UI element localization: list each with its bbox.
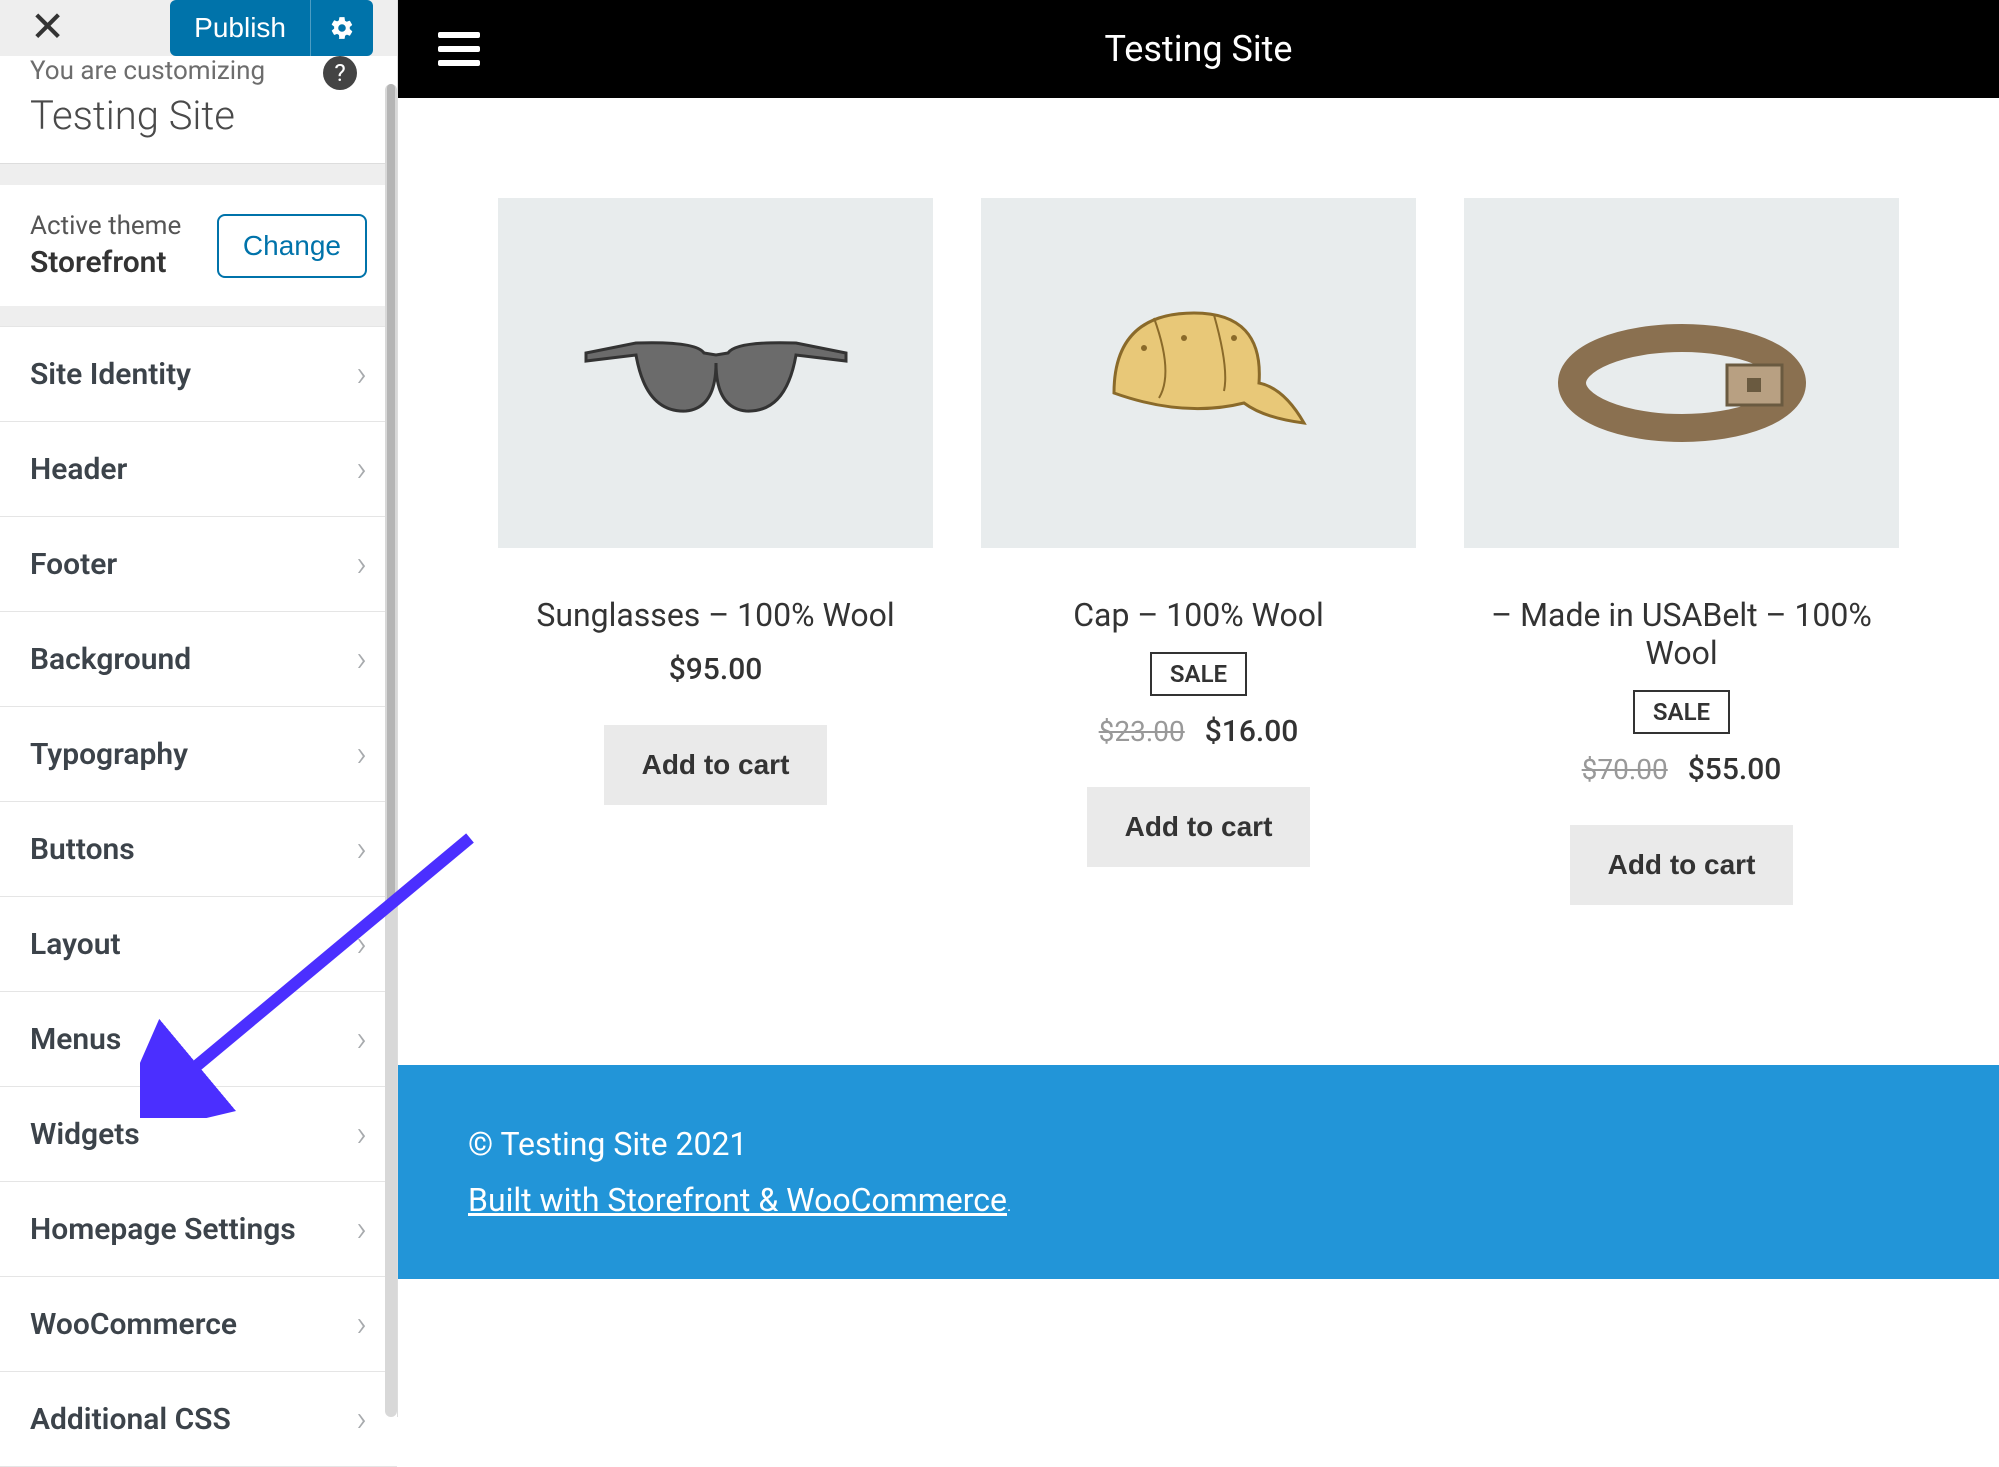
- menu-item-footer[interactable]: Footer ›: [0, 517, 397, 612]
- menu-label: Typography: [30, 737, 188, 772]
- product-price: $55.00: [1688, 752, 1782, 787]
- sale-badge: SALE: [1150, 652, 1247, 696]
- menu-item-woocommerce[interactable]: WooCommerce ›: [0, 1277, 397, 1372]
- menu-item-background[interactable]: Background ›: [0, 612, 397, 707]
- publish-button[interactable]: Publish: [170, 0, 310, 56]
- preview-footer: © Testing Site 2021 Built with Storefron…: [398, 1065, 1999, 1279]
- customizer-menu: Site Identity › Header › Footer › Backgroun…: [0, 326, 397, 1467]
- product-card: Sunglasses – 100% Wool $95.00 Add to car…: [498, 98, 933, 905]
- sidebar-scrollbar[interactable]: [385, 84, 397, 1417]
- product-name[interactable]: Sunglasses – 100% Wool: [536, 596, 894, 634]
- menu-label: Layout: [30, 927, 121, 962]
- product-image[interactable]: [498, 198, 933, 548]
- product-card: Cap – 100% Wool SALE $23.00 $16.00 Add t…: [981, 98, 1416, 905]
- chevron-right-icon: ›: [356, 733, 367, 775]
- chevron-right-icon: ›: [356, 448, 367, 490]
- sale-badge: SALE: [1633, 690, 1730, 734]
- gear-icon: [329, 15, 355, 41]
- footer-credit-line: Built with Storefront & WooCommerce.: [468, 1181, 1929, 1219]
- chevron-right-icon: ›: [356, 828, 367, 870]
- sunglasses-icon: [576, 303, 856, 443]
- product-image[interactable]: [1464, 198, 1899, 548]
- chevron-right-icon: ›: [356, 1208, 367, 1250]
- chevron-right-icon: ›: [356, 923, 367, 965]
- belt-icon: [1552, 293, 1812, 453]
- menu-item-buttons[interactable]: Buttons ›: [0, 802, 397, 897]
- menu-label: Site Identity: [30, 357, 191, 392]
- menu-label: Menus: [30, 1022, 121, 1057]
- menu-label: Buttons: [30, 832, 135, 867]
- product-card: – Made in USABelt – 100% Wool SALE $70.0…: [1464, 98, 1899, 905]
- chevron-right-icon: ›: [356, 1303, 367, 1345]
- product-name[interactable]: Cap – 100% Wool: [1073, 596, 1324, 634]
- menu-label: Homepage Settings: [30, 1212, 296, 1247]
- menu-label: Background: [30, 642, 191, 677]
- scrollbar-thumb[interactable]: [387, 84, 395, 904]
- menu-item-menus[interactable]: Menus ›: [0, 992, 397, 1087]
- menu-label: Widgets: [30, 1117, 140, 1152]
- menu-item-homepage-settings[interactable]: Homepage Settings ›: [0, 1182, 397, 1277]
- footer-credit-link[interactable]: Built with Storefront & WooCommerce: [468, 1181, 1007, 1219]
- product-grid: Sunglasses – 100% Wool $95.00 Add to car…: [398, 98, 1999, 905]
- publish-group: Publish: [170, 0, 373, 56]
- menu-label: Header: [30, 452, 127, 487]
- chevron-right-icon: ›: [356, 638, 367, 680]
- menu-item-site-identity[interactable]: Site Identity ›: [0, 326, 397, 422]
- sidebar-header: You are customizing Testing Site ?: [0, 56, 397, 164]
- menu-item-typography[interactable]: Typography ›: [0, 707, 397, 802]
- product-price: $16.00: [1205, 714, 1299, 749]
- product-prices: $95.00: [669, 652, 763, 687]
- customizer-sidebar: ✕ Publish You are customizing Testing Si…: [0, 0, 398, 1417]
- menu-item-additional-css[interactable]: Additional CSS ›: [0, 1372, 397, 1467]
- chevron-right-icon: ›: [356, 1018, 367, 1060]
- preview-site-title: Testing Site: [1105, 28, 1293, 70]
- add-to-cart-button[interactable]: Add to cart: [604, 725, 828, 805]
- add-to-cart-button[interactable]: Add to cart: [1570, 825, 1794, 905]
- change-theme-button[interactable]: Change: [217, 214, 367, 278]
- product-prices: $23.00 $16.00: [1099, 714, 1299, 749]
- site-name-title: Testing Site: [30, 92, 367, 139]
- hamburger-menu-icon[interactable]: [438, 32, 480, 66]
- preview-pane: Testing Site Sunglasses – 100% Wool $95.…: [398, 0, 1999, 1417]
- menu-label: Additional CSS: [30, 1402, 231, 1437]
- customizing-label: You are customizing: [30, 56, 367, 86]
- publish-settings-button[interactable]: [310, 0, 373, 56]
- product-old-price: $23.00: [1099, 715, 1185, 748]
- help-icon[interactable]: ?: [323, 56, 357, 90]
- active-theme-block: Active theme Storefront Change: [0, 184, 397, 306]
- menu-item-header[interactable]: Header ›: [0, 422, 397, 517]
- preview-header: Testing Site: [398, 0, 1999, 98]
- chevron-right-icon: ›: [356, 1398, 367, 1440]
- menu-item-widgets[interactable]: Widgets ›: [0, 1087, 397, 1182]
- cap-icon: [1084, 283, 1314, 463]
- menu-label: Footer: [30, 547, 117, 582]
- chevron-right-icon: ›: [356, 1113, 367, 1155]
- chevron-right-icon: ›: [356, 353, 367, 395]
- sidebar-topbar: ✕ Publish: [0, 0, 397, 56]
- product-image[interactable]: [981, 198, 1416, 548]
- footer-copyright: © Testing Site 2021: [468, 1125, 1929, 1163]
- product-name[interactable]: – Made in USABelt – 100% Wool: [1464, 596, 1899, 672]
- chevron-right-icon: ›: [356, 543, 367, 585]
- active-theme-label: Active theme: [30, 211, 181, 241]
- menu-item-layout[interactable]: Layout ›: [0, 897, 397, 992]
- product-prices: $70.00 $55.00: [1582, 752, 1782, 787]
- add-to-cart-button[interactable]: Add to cart: [1087, 787, 1311, 867]
- product-price: $95.00: [669, 652, 763, 687]
- product-old-price: $70.00: [1582, 753, 1668, 786]
- active-theme-name: Storefront: [30, 245, 181, 280]
- menu-label: WooCommerce: [30, 1307, 237, 1342]
- close-button[interactable]: ✕: [30, 7, 65, 49]
